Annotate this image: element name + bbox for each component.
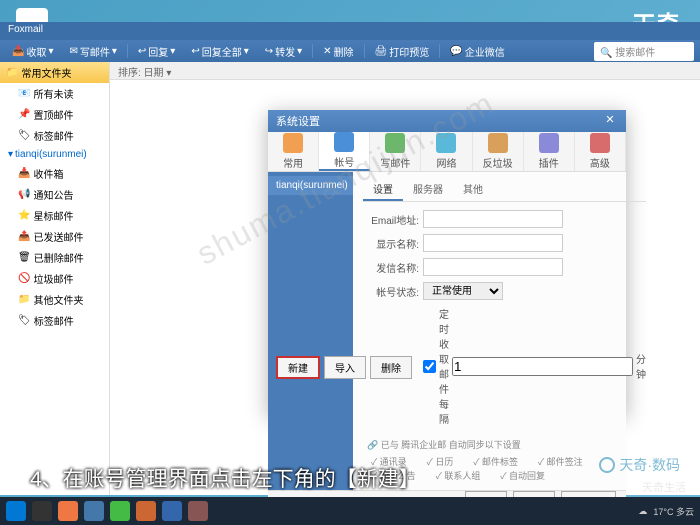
sidebar-folder-spam[interactable]: 🚫 垃圾邮件	[0, 268, 109, 289]
taskbar-app[interactable]	[188, 501, 208, 521]
windows-taskbar[interactable]: ☁ 17°C 多云	[0, 497, 700, 525]
replyall-button[interactable]: ↩ 回复全部 ▾	[185, 42, 254, 61]
account-list-item[interactable]: tianqi(surunmei)	[268, 176, 353, 195]
tab-compose[interactable]: 写邮件	[370, 132, 421, 171]
sidebar-folder-inbox[interactable]: 📥 收件箱	[0, 163, 109, 184]
delete-button[interactable]: ✕ 删除	[317, 42, 359, 61]
account-list: tianqi(surunmei)	[268, 172, 353, 490]
qywx-button[interactable]: 💬 企业微信	[444, 42, 510, 61]
tab-account[interactable]: 帐号	[319, 132, 370, 171]
sidebar-folder-sent[interactable]: 📤 已发送邮件	[0, 226, 109, 247]
tab-advanced[interactable]: 高级	[575, 132, 626, 171]
main-toolbar: 📥 收取 ▾ ✉ 写邮件 ▾ ↩ 回复 ▾ ↩ 回复全部 ▾ ↪ 转发 ▾ ✕ …	[0, 40, 700, 62]
folder-sidebar: 📁 常用文件夹 📧 所有未读 📌 置顶邮件 🏷 标签邮件 ▾ tianqi(su…	[0, 62, 110, 495]
send-label: 发信名称:	[363, 260, 419, 275]
window-titlebar: Foxmail	[0, 22, 700, 40]
start-button[interactable]	[6, 501, 26, 521]
dialog-tabs: 常用 帐号 写邮件 网络 反垃圾 插件 高级	[268, 132, 626, 172]
print-button[interactable]: 🖨 打印预览	[369, 42, 436, 61]
sort-bar[interactable]: 排序: 日期 ▾	[110, 62, 700, 80]
taskbar-app[interactable]	[84, 501, 104, 521]
tab-antispam[interactable]: 反垃圾	[473, 132, 524, 171]
system-tray[interactable]: ☁ 17°C 多云	[638, 505, 694, 518]
sync-note: 🔗 已与 腾讯企业邮 自动同步以下设置	[363, 438, 646, 451]
sub-tabs: 设置 服务器 其他	[363, 178, 646, 202]
search-icon[interactable]	[32, 501, 52, 521]
timer-checkbox[interactable]	[423, 360, 436, 373]
settings-dialog: 系统设置 ✕ 常用 帐号 写邮件 网络 反垃圾 插件 高级 tianqi(sur…	[268, 110, 626, 415]
sidebar-item[interactable]: 📌 置顶邮件	[0, 104, 109, 125]
sidebar-folder[interactable]: 📢 通知公告	[0, 184, 109, 205]
delete-account-button[interactable]: 删除	[370, 356, 412, 379]
subtab-server[interactable]: 服务器	[403, 178, 453, 201]
taskbar-app[interactable]	[58, 501, 78, 521]
display-name-field[interactable]	[423, 234, 563, 252]
email-label: Email地址:	[363, 212, 419, 227]
subtab-settings[interactable]: 设置	[363, 178, 403, 201]
write-button[interactable]: ✉ 写邮件 ▾	[63, 42, 122, 61]
sidebar-folder-other[interactable]: 📁 其他文件夹	[0, 289, 109, 310]
receive-button[interactable]: 📥 收取 ▾	[6, 42, 59, 61]
forward-button[interactable]: ↪ 转发 ▾	[259, 42, 308, 61]
display-label: 显示名称:	[363, 236, 419, 251]
taskbar-app[interactable]	[162, 501, 182, 521]
sidebar-item[interactable]: 📧 所有未读	[0, 83, 109, 104]
life-badge: 天奇生活	[642, 479, 686, 495]
taskbar-app[interactable]	[110, 501, 130, 521]
tab-plugin[interactable]: 插件	[524, 132, 575, 171]
sidebar-header: 📁 常用文件夹	[0, 62, 109, 83]
timer-value-field[interactable]	[452, 357, 633, 376]
new-account-button[interactable]: 新建	[276, 356, 320, 379]
status-label: 帐号状态:	[363, 284, 419, 299]
search-input[interactable]: 🔍 搜索邮件	[594, 42, 694, 61]
reply-button[interactable]: ↩ 回复 ▾	[132, 42, 181, 61]
tab-network[interactable]: 网络	[421, 132, 472, 171]
sidebar-account[interactable]: ▾ tianqi(surunmei)	[0, 146, 109, 163]
close-icon[interactable]: ✕	[602, 113, 618, 129]
sidebar-item[interactable]: 🏷 标签邮件	[0, 125, 109, 146]
email-field[interactable]	[423, 210, 563, 228]
tab-general[interactable]: 常用	[268, 132, 319, 171]
status-select[interactable]: 正常使用	[423, 282, 503, 300]
brand-badge: 天奇·数码	[599, 455, 680, 475]
instruction-caption: 4、在账号管理界面点击左下角的【新建】	[30, 463, 420, 493]
sidebar-folder[interactable]: ⭐ 星标邮件	[0, 205, 109, 226]
sidebar-folder-deleted[interactable]: 🗑 已删除邮件	[0, 247, 109, 268]
send-name-field[interactable]	[423, 258, 563, 276]
dialog-titlebar: 系统设置 ✕	[268, 110, 626, 132]
subtab-other[interactable]: 其他	[453, 178, 493, 201]
sidebar-folder[interactable]: 🏷 标签邮件	[0, 310, 109, 331]
import-button[interactable]: 导入	[324, 356, 366, 379]
taskbar-app[interactable]	[136, 501, 156, 521]
